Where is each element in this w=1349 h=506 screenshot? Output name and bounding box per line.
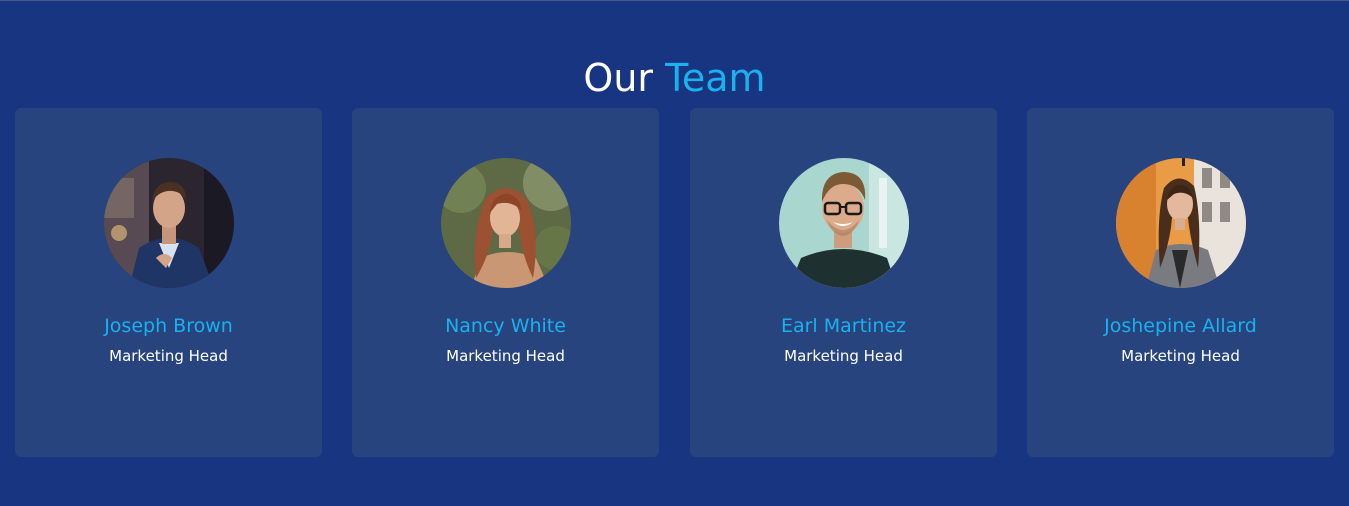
- member-name: Earl Martinez: [780, 315, 907, 337]
- avatar-joshepine-allard: [1116, 158, 1246, 288]
- section-title: Our Team: [0, 55, 1349, 101]
- avatar-nancy-white: [441, 158, 571, 288]
- member-role: Marketing Head: [446, 347, 565, 365]
- team-section: Our Team Joseph Brown Marketing Head Nan…: [0, 0, 1349, 506]
- member-role: Marketing Head: [109, 347, 228, 365]
- member-name: Joshepine Allard: [1104, 315, 1257, 337]
- avatar-joseph-brown: [104, 158, 234, 288]
- member-name: Nancy White: [445, 315, 566, 337]
- woman-blazer-photo: [1116, 158, 1246, 288]
- team-card: Nancy White Marketing Head: [352, 108, 659, 457]
- avatar-earl-martinez: [779, 158, 909, 288]
- member-name: Joseph Brown: [104, 315, 233, 337]
- member-role: Marketing Head: [784, 347, 903, 365]
- team-cards: Joseph Brown Marketing Head Nancy White: [15, 108, 1334, 457]
- woman-red-hair-photo: [441, 158, 571, 288]
- title-word-our: Our: [583, 56, 654, 100]
- title-word-team: Team: [665, 56, 766, 100]
- team-card: Joseph Brown Marketing Head: [15, 108, 322, 457]
- man-in-suit-photo: [104, 158, 234, 288]
- team-card: Joshepine Allard Marketing Head: [1027, 108, 1334, 457]
- team-card: Earl Martinez Marketing Head: [690, 108, 997, 457]
- man-glasses-photo: [779, 158, 909, 288]
- member-role: Marketing Head: [1121, 347, 1240, 365]
